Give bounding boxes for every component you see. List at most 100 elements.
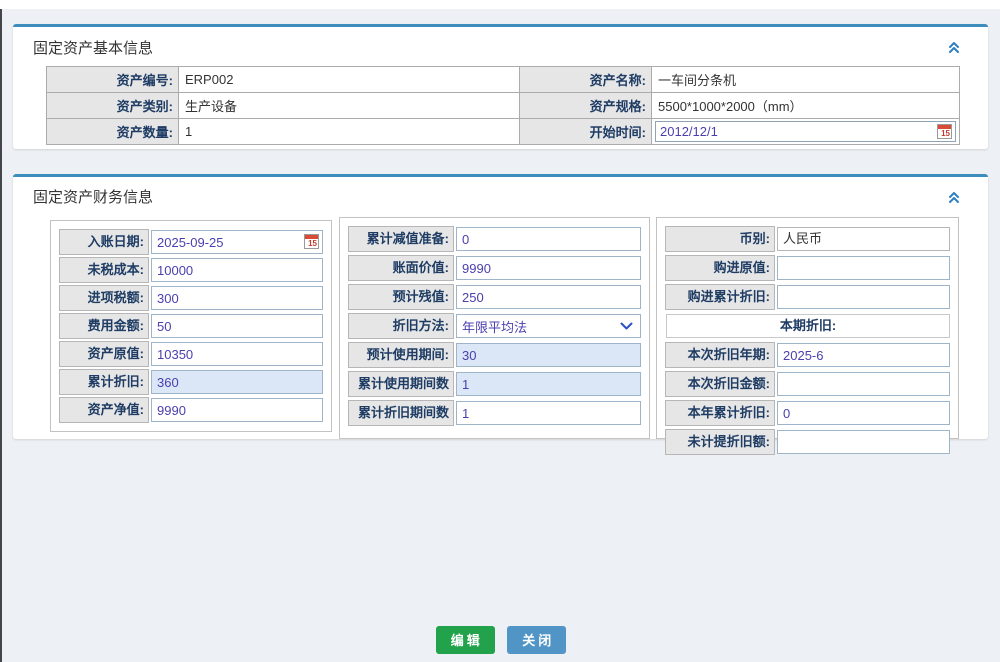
purchase-original-value-label: 购进原值: xyxy=(665,255,775,281)
table-row: 资产数量: 1 开始时间: 15 xyxy=(47,119,960,145)
finance-left-box: 入账日期: 15 未税成本: 进项税额: 费用金额: xyxy=(50,220,332,432)
depreciation-method-value: 年限平均法 xyxy=(462,317,527,336)
asset-original-value-row: 资产原值: xyxy=(59,341,323,367)
entry-date-row: 入账日期: 15 xyxy=(59,229,323,255)
accumulated-depreciation-label: 累计折旧: xyxy=(59,369,149,395)
accumulated-depr-periods-label: 累计折旧期间数 xyxy=(348,400,454,426)
asset-original-value-input[interactable] xyxy=(151,342,323,366)
impairment-provision-row: 累计减值准备: xyxy=(348,226,641,252)
current-depreciation-year-row: 本次折旧年期: xyxy=(665,342,950,368)
asset-spec-value: 5500*1000*2000（mm） xyxy=(652,93,960,119)
close-button[interactable]: 关闭 xyxy=(507,626,566,654)
estimated-residual-label: 预计残值: xyxy=(348,284,454,310)
asset-code-label: 资产编号: xyxy=(47,67,179,93)
undepreciated-amount-input[interactable] xyxy=(777,430,950,454)
asset-net-value-input[interactable] xyxy=(151,398,323,422)
accumulated-depreciation-input[interactable] xyxy=(151,370,323,394)
accumulated-use-periods-input[interactable] xyxy=(456,372,641,396)
calendar-icon[interactable]: 15 xyxy=(937,124,952,139)
current-depreciation-header: 本期折旧: xyxy=(666,314,950,338)
finance-right-box: 币别: 人民币 购进原值: 购进累计折旧: 本期折旧: 本次折旧年期: xyxy=(656,217,959,439)
basic-panel-header: 固定资产基本信息 xyxy=(13,27,988,55)
page-background: 固定资产基本信息 资产编号: ERP002 资产名称: 一车间分条机 资产类别:… xyxy=(0,9,1000,662)
collapse-up-icon[interactable] xyxy=(947,190,961,204)
footer-actions: 编辑 关闭 xyxy=(2,626,1000,654)
table-row: 资产编号: ERP002 资产名称: 一车间分条机 xyxy=(47,67,960,93)
finance-info-panel: 固定资产财务信息 入账日期: 15 未税成本: xyxy=(13,174,988,439)
purchase-accum-depreciation-input[interactable] xyxy=(777,285,950,309)
depreciation-method-select[interactable]: 年限平均法 xyxy=(456,314,641,338)
entry-date-input[interactable] xyxy=(151,230,323,254)
current-depreciation-amount-input[interactable] xyxy=(777,372,950,396)
book-value-row: 账面价值: xyxy=(348,255,641,281)
estimated-residual-row: 预计残值: xyxy=(348,284,641,310)
currency-label: 币别: xyxy=(665,226,775,252)
entry-date-label: 入账日期: xyxy=(59,229,149,255)
estimated-useful-period-row: 预计使用期间: xyxy=(348,342,641,368)
accumulated-depr-periods-input[interactable] xyxy=(456,401,641,425)
input-tax-row: 进项税额: xyxy=(59,285,323,311)
table-row: 资产类别: 生产设备 资产规格: 5500*1000*2000（mm） xyxy=(47,93,960,119)
year-accum-depreciation-row: 本年累计折旧: xyxy=(665,400,950,426)
book-value-label: 账面价值: xyxy=(348,255,454,281)
untaxed-cost-row: 未税成本: xyxy=(59,257,323,283)
basic-info-table: 资产编号: ERP002 资产名称: 一车间分条机 资产类别: 生产设备 资产规… xyxy=(46,66,960,145)
calendar-icon[interactable]: 15 xyxy=(304,234,319,249)
asset-quantity-label: 资产数量: xyxy=(47,119,179,145)
asset-net-value-row: 资产净值: xyxy=(59,397,323,423)
accumulated-depreciation-row: 累计折旧: xyxy=(59,369,323,395)
book-value-input[interactable] xyxy=(456,256,641,280)
asset-net-value-label: 资产净值: xyxy=(59,397,149,423)
estimated-residual-input[interactable] xyxy=(456,285,641,309)
depreciation-method-row: 折旧方法: 年限平均法 xyxy=(348,313,641,339)
asset-category-label: 资产类别: xyxy=(47,93,179,119)
purchase-accum-depreciation-label: 购进累计折旧: xyxy=(665,284,775,310)
start-date-input[interactable] xyxy=(658,124,937,139)
depreciation-method-label: 折旧方法: xyxy=(348,313,454,339)
input-tax-input[interactable] xyxy=(151,286,323,310)
accumulated-use-periods-row: 累计使用期间数 xyxy=(348,371,641,397)
asset-name-value: 一车间分条机 xyxy=(652,67,960,93)
estimated-useful-period-label: 预计使用期间: xyxy=(348,342,454,368)
impairment-provision-input[interactable] xyxy=(456,227,641,251)
finance-panel-title: 固定资产财务信息 xyxy=(33,189,153,206)
year-accum-depreciation-label: 本年累计折旧: xyxy=(665,400,775,426)
impairment-provision-label: 累计减值准备: xyxy=(348,226,454,252)
finance-columns: 入账日期: 15 未税成本: 进项税额: 费用金额: xyxy=(50,217,988,439)
asset-name-label: 资产名称: xyxy=(520,67,652,93)
purchase-original-value-input[interactable] xyxy=(777,256,950,280)
current-depreciation-header-row: 本期折旧: xyxy=(665,313,950,339)
expense-amount-row: 费用金额: xyxy=(59,313,323,339)
current-depreciation-amount-row: 本次折旧金额: xyxy=(665,371,950,397)
untaxed-cost-label: 未税成本: xyxy=(59,257,149,283)
purchase-accum-depreciation-row: 购进累计折旧: xyxy=(665,284,950,310)
asset-category-value: 生产设备 xyxy=(179,93,520,119)
expense-amount-label: 费用金额: xyxy=(59,313,149,339)
edit-button[interactable]: 编辑 xyxy=(436,626,495,654)
asset-code-value: ERP002 xyxy=(179,67,520,93)
undepreciated-amount-label: 未计提折旧额: xyxy=(665,429,775,455)
basic-panel-title: 固定资产基本信息 xyxy=(33,40,153,57)
start-date-label: 开始时间: xyxy=(520,119,652,145)
expense-amount-input[interactable] xyxy=(151,314,323,338)
finance-middle-box: 累计减值准备: 账面价值: 预计残值: 折旧方法: 年限平均法 xyxy=(339,217,650,439)
year-accum-depreciation-input[interactable] xyxy=(777,401,950,425)
input-tax-label: 进项税额: xyxy=(59,285,149,311)
start-date-field: 15 xyxy=(655,121,956,142)
currency-value: 人民币 xyxy=(777,227,950,251)
accumulated-depr-periods-row: 累计折旧期间数 xyxy=(348,400,641,426)
asset-quantity-value: 1 xyxy=(179,119,520,145)
asset-original-value-label: 资产原值: xyxy=(59,341,149,367)
undepreciated-amount-row: 未计提折旧额: xyxy=(665,429,950,455)
estimated-useful-period-input[interactable] xyxy=(456,343,641,367)
current-depreciation-year-label: 本次折旧年期: xyxy=(665,342,775,368)
current-depreciation-year-input[interactable] xyxy=(777,343,950,367)
accumulated-use-periods-label: 累计使用期间数 xyxy=(348,371,454,397)
collapse-up-icon[interactable] xyxy=(947,40,961,54)
untaxed-cost-input[interactable] xyxy=(151,258,323,282)
finance-panel-header: 固定资产财务信息 xyxy=(13,177,988,205)
chevron-down-icon xyxy=(620,322,633,331)
asset-spec-label: 资产规格: xyxy=(520,93,652,119)
purchase-original-value-row: 购进原值: xyxy=(665,255,950,281)
current-depreciation-amount-label: 本次折旧金额: xyxy=(665,371,775,397)
